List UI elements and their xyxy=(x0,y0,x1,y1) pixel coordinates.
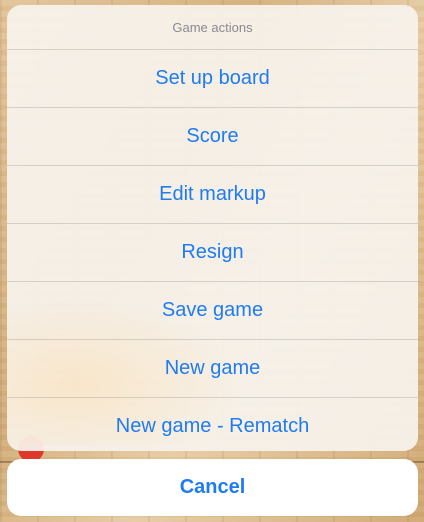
new-game-button[interactable]: New game xyxy=(7,340,418,398)
save-game-button[interactable]: Save game xyxy=(7,282,418,340)
new-game-rematch-button[interactable]: New game - Rematch xyxy=(7,398,418,451)
set-up-board-button[interactable]: Set up board xyxy=(7,50,418,108)
cancel-button[interactable]: Cancel xyxy=(7,459,418,516)
action-sheet: Game actions Set up board Score Edit mar… xyxy=(7,5,418,451)
resign-button[interactable]: Resign xyxy=(7,224,418,282)
action-sheet-title: Game actions xyxy=(7,5,418,50)
edit-markup-button[interactable]: Edit markup xyxy=(7,166,418,224)
score-button[interactable]: Score xyxy=(7,108,418,166)
